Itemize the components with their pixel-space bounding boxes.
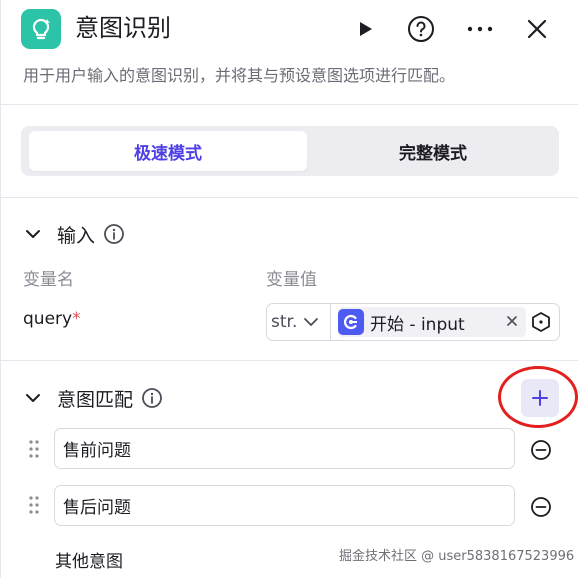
- node-config-panel: 意图识别 用于用户输入的意图识别，并将其与预设意图选项进行匹配。 极速模式 完整…: [0, 0, 578, 578]
- close-button[interactable]: [519, 11, 555, 47]
- collapse-chevron-icon[interactable]: [21, 222, 45, 246]
- remove-ref-icon[interactable]: [504, 313, 520, 329]
- minus-circle-icon: [531, 497, 551, 517]
- run-button[interactable]: [347, 11, 383, 47]
- drag-handle-icon[interactable]: [28, 439, 40, 459]
- watermark: 掘金技术社区 @ user5838167523996: [339, 549, 575, 564]
- divider: [1, 197, 578, 198]
- intent-input[interactable]: [54, 428, 515, 469]
- more-dots-icon: [467, 26, 493, 32]
- tab-full-mode[interactable]: 完整模式: [313, 131, 553, 171]
- play-icon: [360, 22, 372, 36]
- input-section-header: 输入: [21, 219, 125, 249]
- chevron-down-icon: [304, 318, 319, 326]
- close-icon: [527, 19, 547, 39]
- variable-picker-icon[interactable]: [529, 310, 553, 334]
- tab-fast-mode[interactable]: 极速模式: [29, 131, 307, 171]
- panel-header: 意图识别: [1, 0, 578, 58]
- plus-icon: [532, 390, 548, 406]
- variable-ref-label: 开始 - input: [370, 314, 465, 335]
- divider: [1, 360, 578, 361]
- add-intent-button[interactable]: [521, 379, 559, 417]
- intent-input[interactable]: [54, 485, 515, 526]
- column-label-value: 变量值: [266, 270, 317, 290]
- variable-name: query*: [23, 309, 81, 329]
- node-description: 用于用户输入的意图识别，并将其与预设意图选项进行匹配。: [23, 66, 456, 85]
- divider: [1, 104, 578, 105]
- drag-handle-icon[interactable]: [28, 495, 40, 515]
- minus-circle-icon: [531, 440, 551, 460]
- required-mark: *: [72, 309, 81, 329]
- variable-ref-tag[interactable]: 开始 - input: [338, 307, 526, 337]
- other-intent-label: 其他意图: [55, 552, 123, 572]
- question-circle-icon: [408, 16, 434, 42]
- remove-intent-button[interactable]: [529, 438, 553, 462]
- section-title: 输入: [57, 224, 96, 247]
- type-value: str.: [271, 312, 298, 332]
- info-icon[interactable]: [103, 223, 125, 245]
- lightbulb-icon: [21, 9, 61, 49]
- variable-value-field: str. 开始 - input: [266, 303, 560, 341]
- type-select[interactable]: str.: [267, 304, 331, 340]
- intent-section-header: 意图匹配: [21, 383, 163, 413]
- start-node-icon: [338, 309, 364, 335]
- collapse-chevron-icon[interactable]: [21, 386, 45, 410]
- section-title: 意图匹配: [57, 388, 134, 411]
- help-button[interactable]: [403, 11, 439, 47]
- remove-intent-button[interactable]: [529, 495, 553, 519]
- info-icon[interactable]: [141, 387, 163, 409]
- page-title: 意图识别: [75, 14, 171, 42]
- mode-switch: 极速模式 完整模式: [21, 126, 559, 176]
- more-button[interactable]: [462, 11, 498, 47]
- column-label-name: 变量名: [23, 270, 74, 290]
